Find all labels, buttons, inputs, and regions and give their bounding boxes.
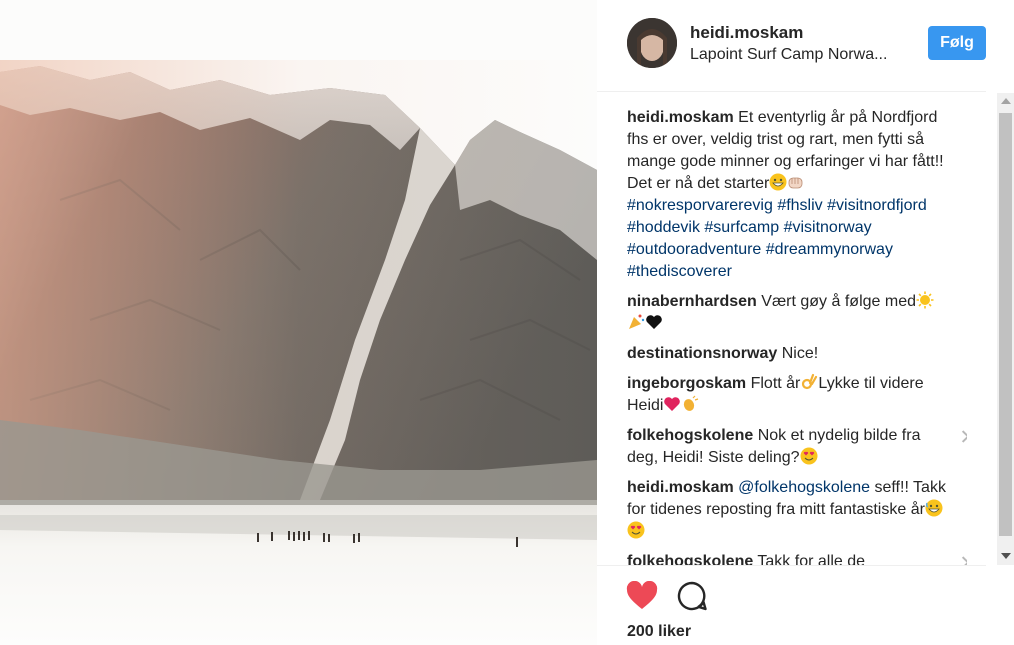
delete-comment-close-icon[interactable] (961, 429, 967, 443)
comment-username[interactable]: ingeborgoskam (627, 375, 746, 392)
hashtag[interactable]: #thediscoverer (627, 263, 732, 280)
comment: folkehogskolene Nok et nydelig bilde fra… (627, 425, 967, 469)
scrollbar-thumb[interactable] (999, 113, 1012, 536)
mention-link[interactable]: @folkehogskolene (738, 479, 870, 496)
hashtag[interactable]: #dreammynorway (766, 241, 893, 258)
heart-eyes-emoji-icon (627, 521, 645, 539)
comment-username[interactable]: heidi.moskam (627, 479, 734, 496)
comment: heidi.moskam @folkehogskolene seff!! Tak… (627, 477, 967, 543)
comment-text: Flott år (750, 375, 801, 392)
comments-scrollbar[interactable] (997, 93, 1014, 565)
post-actions: 200 liker (597, 565, 986, 645)
hashtag[interactable]: #visitnorway (784, 219, 872, 236)
hashtag[interactable]: #visitnordfjord (827, 197, 927, 214)
mountain-beach-image (0, 0, 597, 645)
follow-button[interactable]: Følg (928, 26, 986, 60)
clapping-hands-emoji-icon (684, 395, 699, 411)
like-count[interactable]: 200 liker (627, 623, 691, 641)
grinning-emoji-icon (769, 173, 787, 191)
black-heart-emoji-icon (646, 315, 662, 329)
hashtag[interactable]: #fhsliv (777, 197, 822, 214)
comment-text: Nice! (781, 345, 819, 362)
comment: ingeborgoskam Flott år Lykke til videre H… (627, 373, 967, 417)
sun-emoji-icon (916, 291, 934, 309)
post-username[interactable]: heidi.moskam (690, 23, 803, 43)
heart-filled-icon[interactable] (626, 581, 658, 611)
grinning-sweat-emoji-icon (925, 499, 943, 517)
comment-bubble-icon[interactable] (677, 581, 707, 611)
post-location[interactable]: Lapoint Surf Camp Norwa... (690, 46, 887, 64)
comment-username[interactable]: destinationsnorway (627, 345, 777, 362)
hashtag[interactable]: #outdooradventure (627, 241, 761, 258)
comment-username[interactable]: folkehogskolene (627, 427, 753, 444)
caption: heidi.moskam Et eventyrlig år på Nordfjo… (627, 107, 967, 283)
party-popper-emoji-icon (629, 314, 645, 329)
red-heart-emoji-icon (664, 397, 681, 411)
caption-username[interactable]: heidi.moskam (627, 109, 734, 126)
post-photo[interactable] (0, 0, 597, 645)
comment-username[interactable]: folkehogskolene (627, 553, 753, 565)
scroll-down-arrow-icon[interactable] (1001, 553, 1011, 559)
comment-text: Takk for alle de (757, 553, 866, 565)
avatar[interactable] (627, 18, 677, 68)
post-header: heidi.moskam Lapoint Surf Camp Norwa... … (597, 0, 986, 92)
comment: ninabernhardsen Vært gøy å følge med (627, 291, 967, 335)
heart-eyes-emoji-icon (800, 447, 818, 465)
fist-emoji-icon (788, 177, 803, 189)
delete-comment-close-icon[interactable] (961, 555, 967, 565)
ok-hand-emoji-icon (802, 373, 818, 390)
comment-list[interactable]: heidi.moskam Et eventyrlig år på Nordfjo… (627, 107, 967, 565)
hashtag[interactable]: #nokresporvarerevig (627, 197, 773, 214)
hashtag[interactable]: #surfcamp (704, 219, 779, 236)
comment-text: Vært gøy å følge med (761, 293, 916, 310)
comment-username[interactable]: ninabernhardsen (627, 293, 757, 310)
scroll-up-arrow-icon[interactable] (1001, 98, 1011, 104)
post-side-panel: heidi.moskam Lapoint Surf Camp Norwa... … (597, 0, 1014, 645)
comment: folkehogskolene Takk for alle de (627, 551, 967, 565)
hashtag[interactable]: #hoddevik (627, 219, 700, 236)
comment: destinationsnorway Nice! (627, 343, 967, 365)
